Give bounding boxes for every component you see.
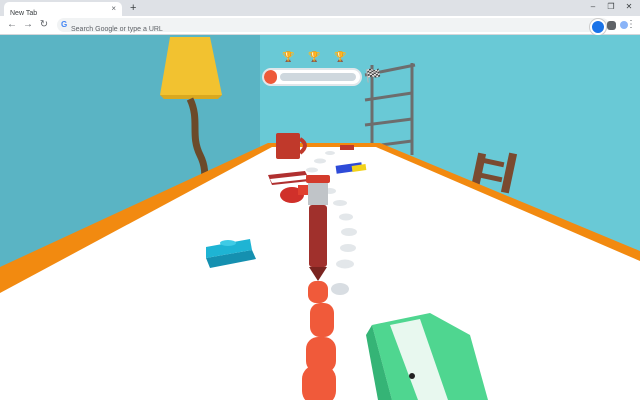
close-icon[interactable]: × xyxy=(111,2,116,16)
level-progress: 🏆 🏆 🏆 🏁 xyxy=(262,52,382,88)
new-tab-button[interactable]: + xyxy=(130,1,136,15)
game-viewport[interactable]: 🏆 🏆 🏆 🏁 xyxy=(0,35,640,400)
path-dot-near xyxy=(331,283,349,295)
minimize-icon[interactable]: – xyxy=(584,0,602,14)
browser-toolbar: ← → ↻ G Search Google or type a URL ☆ ⋮ xyxy=(0,16,640,35)
puzzle-extension-icon[interactable] xyxy=(607,21,616,30)
trophy-icon: 🏆 xyxy=(282,52,295,63)
game-scene xyxy=(0,35,640,400)
back-icon[interactable]: ← xyxy=(6,19,18,31)
trophy-icon: 🏆 xyxy=(308,52,321,63)
address-bar[interactable]: G Search Google or type a URL ☆ xyxy=(57,18,609,33)
menu-icon[interactable]: ⋮ xyxy=(626,19,636,31)
progress-track xyxy=(262,68,362,86)
progress-fill xyxy=(264,70,278,84)
marker-pen[interactable] xyxy=(306,175,330,281)
forward-icon[interactable]: → xyxy=(22,19,34,31)
omnibox-placeholder: Search Google or type a URL xyxy=(71,26,163,33)
tab-strip: New Tab × + – ❐ ✕ xyxy=(0,0,640,17)
trophy-icon: 🏆 xyxy=(334,52,347,63)
google-icon: G xyxy=(61,20,68,29)
reload-icon[interactable]: ↻ xyxy=(38,19,50,31)
restore-icon[interactable]: ❐ xyxy=(602,0,620,14)
profile-extension-icon[interactable] xyxy=(590,19,606,35)
window-close-icon[interactable]: ✕ xyxy=(620,0,638,14)
eraser xyxy=(340,145,354,150)
tab-new-tab[interactable]: New Tab × xyxy=(4,2,122,17)
finish-flag-icon: 🏁 xyxy=(365,68,382,83)
progress-remaining xyxy=(280,73,356,81)
